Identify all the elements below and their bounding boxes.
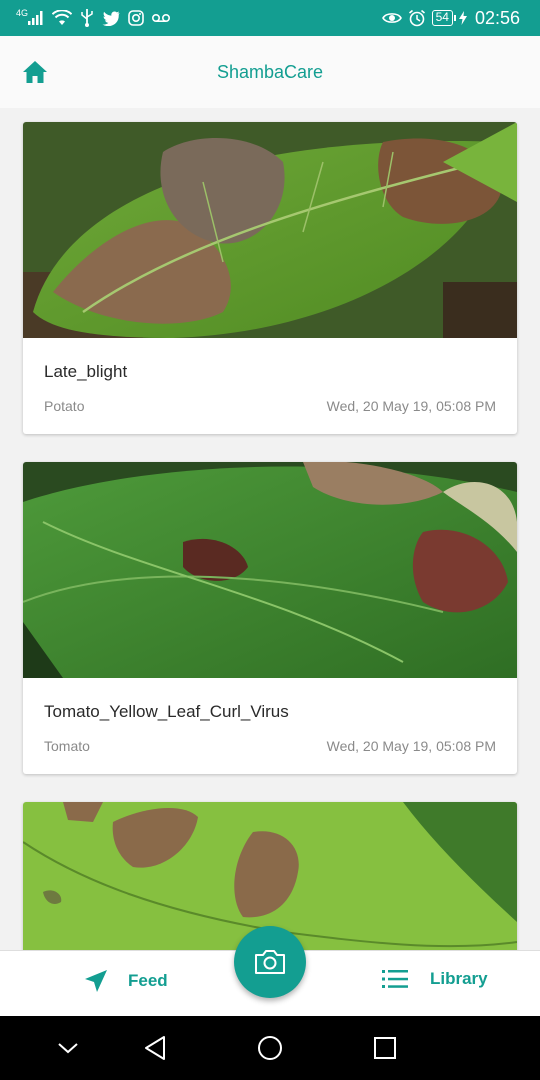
disease-name: Late_blight [44, 362, 128, 381]
twitter-icon [102, 10, 120, 26]
voicemail-icon [152, 13, 171, 23]
nav-library-label: Library [430, 969, 488, 988]
status-time: 02:56 [474, 7, 520, 28]
nav-feed[interactable]: Feed [84, 969, 168, 993]
alarm-icon [408, 9, 426, 27]
home-icon [23, 61, 47, 83]
instagram-icon [128, 10, 144, 26]
disease-name: Tomato_Yellow_Leaf_Curl_Virus [44, 702, 289, 721]
leaf-photo [23, 122, 517, 338]
app-bar: ShambaCare [0, 36, 540, 108]
status-right: 54 02:56 [381, 7, 520, 29]
usb-icon [80, 9, 94, 27]
charging-icon [458, 11, 467, 25]
camera-button[interactable] [234, 926, 306, 998]
system-navigation-bar [0, 1016, 540, 1080]
card-body: Tomato_Yellow_Leaf_Curl_Virus Tomato Wed… [23, 678, 517, 774]
wifi-icon [52, 10, 73, 26]
status-bar: 4G 54 02:56 [0, 0, 540, 36]
scan-date: Wed, 20 May 19, 05:08 PM [326, 398, 496, 414]
crop-name: Potato [44, 398, 85, 414]
send-icon [85, 970, 107, 992]
back-icon [145, 1036, 165, 1060]
nav-feed-label: Feed [128, 971, 168, 990]
chevron-down-icon [58, 1043, 78, 1054]
circle-home-icon [258, 1036, 282, 1060]
camera-icon [255, 950, 285, 974]
card-body: Late_blight Potato Wed, 20 May 19, 05:08… [23, 338, 517, 434]
app-title: ShambaCare [216, 61, 324, 82]
nav-library[interactable]: Library [382, 969, 488, 989]
square-recents-icon [374, 1037, 396, 1059]
diagnosis-card[interactable]: Late_blight Potato Wed, 20 May 19, 05:08… [23, 122, 517, 434]
crop-name: Tomato [44, 738, 90, 754]
home-system-button[interactable] [256, 1034, 284, 1062]
network-type-label: 4G [16, 8, 29, 18]
home-button[interactable] [20, 58, 50, 86]
back-button[interactable] [141, 1034, 169, 1062]
status-left: 4G [16, 8, 171, 27]
leaf-photo [23, 462, 517, 678]
signal-icon: 4G [16, 8, 44, 25]
collapse-button[interactable] [54, 1034, 82, 1062]
feed-list[interactable]: Late_blight Potato Wed, 20 May 19, 05:08… [0, 108, 540, 950]
battery-indicator: 54 [431, 10, 457, 26]
list-icon [382, 970, 408, 988]
eye-icon [381, 11, 402, 25]
diagnosis-card[interactable]: Tomato_Yellow_Leaf_Curl_Virus Tomato Wed… [23, 462, 517, 774]
card-meta: Potato Wed, 20 May 19, 05:08 PM [44, 398, 496, 414]
card-meta: Tomato Wed, 20 May 19, 05:08 PM [44, 738, 496, 754]
scan-date: Wed, 20 May 19, 05:08 PM [326, 738, 496, 754]
recents-button[interactable] [371, 1034, 399, 1062]
